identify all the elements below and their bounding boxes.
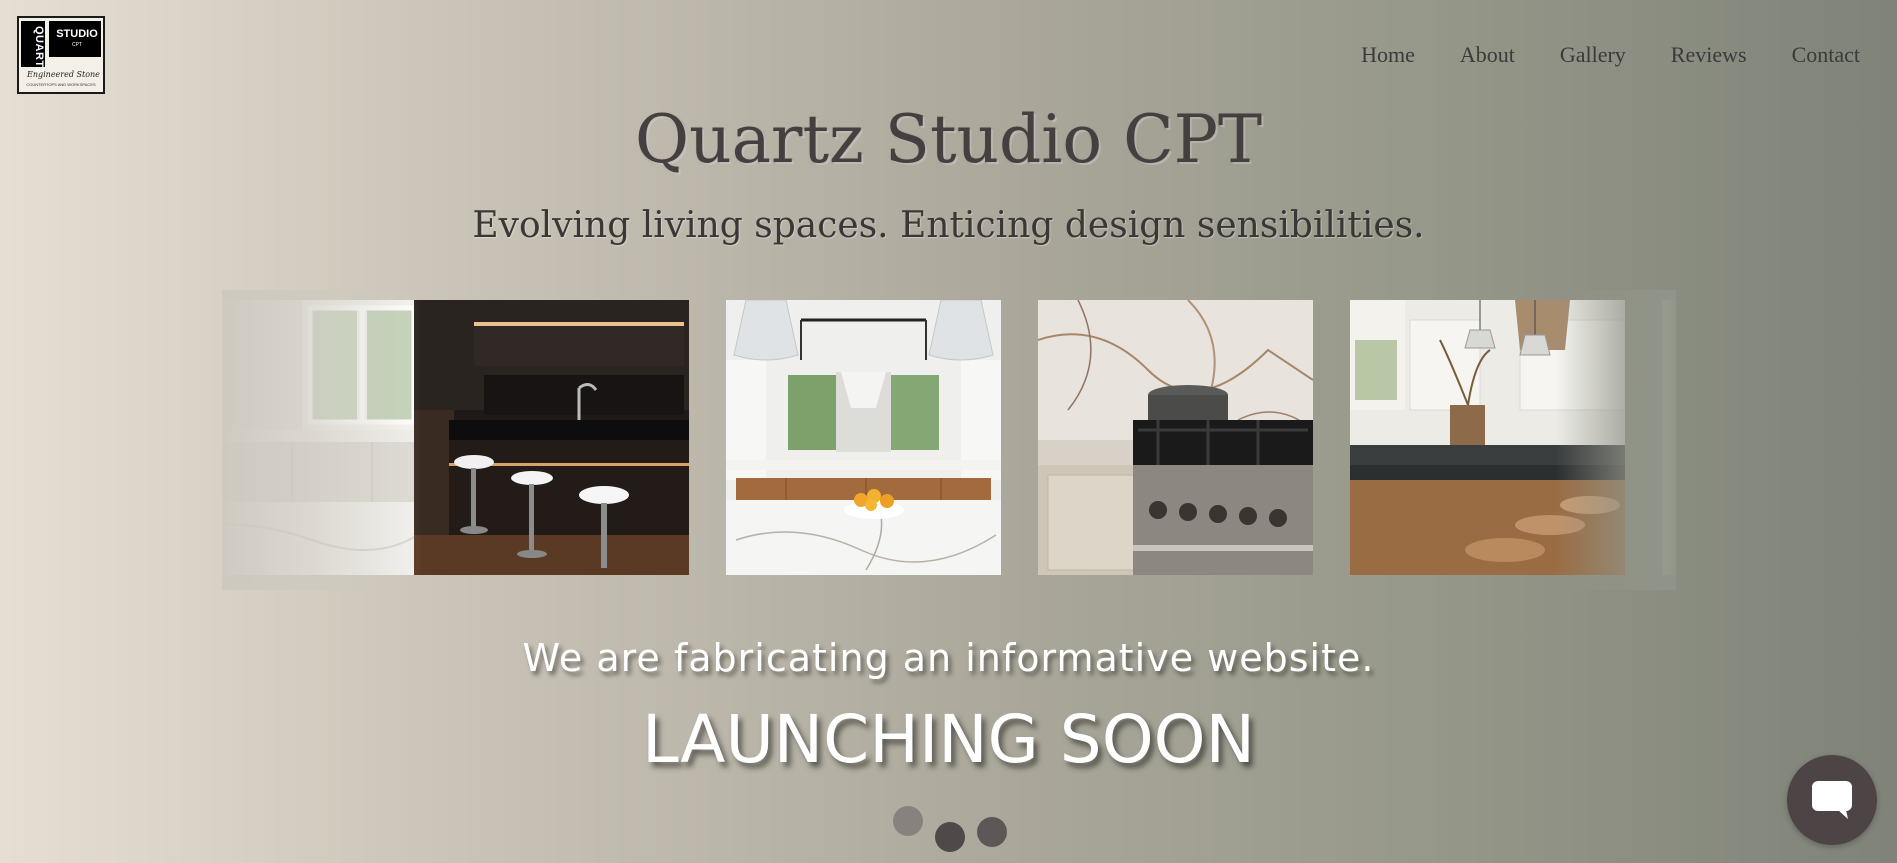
logo-text-studio: STUDIO [56,28,98,40]
site-logo[interactable]: QUARTZ STUDIO CPT Engineered Stone COUNT… [17,16,105,94]
carousel-slide[interactable] [726,300,1001,575]
kitchen-photo-dark-island [414,300,689,575]
image-carousel[interactable] [222,290,1676,590]
nav-gallery-link[interactable]: Gallery [1560,42,1626,68]
logo-text-cpt: CPT [72,42,82,48]
main-navigation: Home About Gallery Reviews Contact [1361,42,1860,68]
kitchen-photo-white-pendants [726,300,1001,575]
carousel-slide[interactable] [1038,300,1313,575]
chat-button[interactable] [1787,755,1877,845]
logo-text-quartz: QUARTZ [33,26,45,75]
nav-reviews-link[interactable]: Reviews [1671,42,1747,68]
nav-home-link[interactable]: Home [1361,42,1415,68]
announcement-message: We are fabricating an informative websit… [522,636,1375,680]
nav-contact-link[interactable]: Contact [1792,42,1860,68]
carousel-fade-left [222,290,422,590]
carousel-fade-right [1556,290,1676,590]
carousel-dot-1[interactable] [893,806,923,836]
logo-script-text: Engineered Stone [27,70,100,79]
carousel-dot-2[interactable] [935,822,965,852]
page-title: Quartz Studio CPT [634,101,1263,178]
hero-tagline: Evolving living spaces. Enticing design … [472,205,1425,246]
kitchen-photo-marble-range [1038,300,1313,575]
carousel-dot-3[interactable] [977,817,1007,847]
logo-subtext: COUNTERTOPS AND WORKSPACES [26,82,96,87]
nav-about-link[interactable]: About [1460,42,1515,68]
carousel-slide[interactable] [414,300,689,575]
chat-bubble-icon [1812,781,1852,819]
launching-soon-headline: LAUNCHING SOON [642,701,1255,778]
